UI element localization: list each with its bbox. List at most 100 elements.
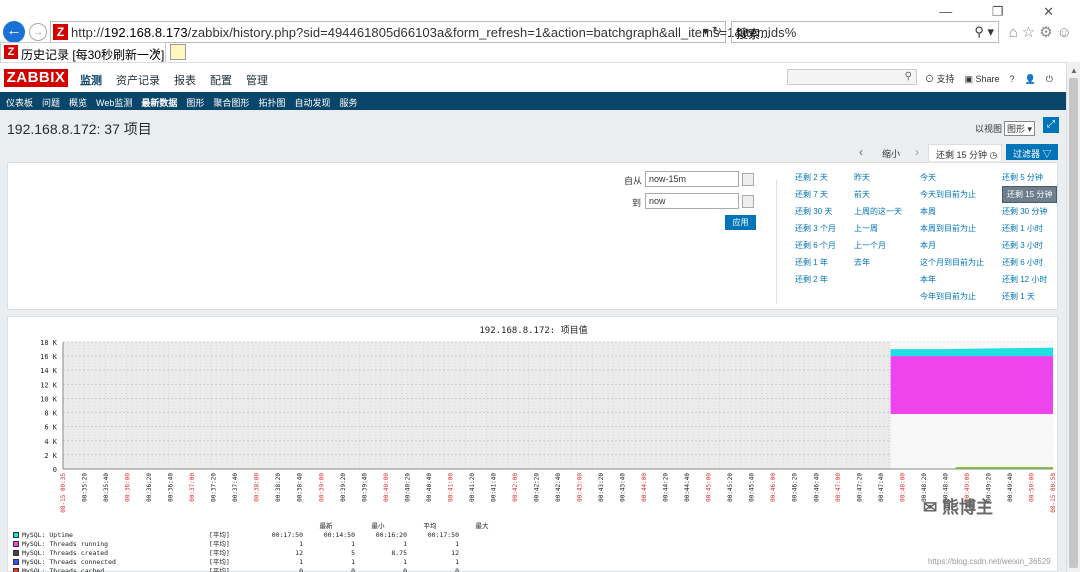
search-icon[interactable]: ⚲ ▾: [974, 24, 994, 40]
browser-chrome: ← → Z http://192.168.8.173/zabbix/histor…: [0, 0, 1080, 62]
quick-range-link[interactable]: 本周: [920, 206, 936, 217]
time-next-icon[interactable]: ›: [915, 145, 919, 159]
quick-range-link[interactable]: 这个月到目前为止: [920, 257, 984, 268]
main-menu: 监测 资产记录 报表 配置 管理: [80, 72, 282, 94]
filter-button[interactable]: 过滤器 ▽: [1006, 144, 1058, 160]
sub-menu-item[interactable]: 仪表板: [6, 98, 33, 108]
zoom-out-button[interactable]: 缩小: [882, 147, 900, 160]
x-tick-label: 00:44:40: [684, 473, 691, 502]
sub-menu-item[interactable]: 服务: [339, 98, 357, 108]
fullscreen-icon[interactable]: ⤢: [1043, 117, 1059, 133]
sub-menu-item[interactable]: 问题: [42, 98, 60, 108]
legend-value: 0: [455, 567, 459, 572]
quick-range-link[interactable]: 还剩 6 小时: [1002, 257, 1043, 268]
quick-range-link[interactable]: 还剩 1 年: [795, 257, 828, 268]
header-action[interactable]: 👤: [1025, 74, 1036, 84]
legend-function: [平均]: [209, 567, 230, 572]
to-input[interactable]: now: [645, 193, 739, 209]
x-tick-label: 00:41:00: [447, 473, 454, 502]
quick-range-link[interactable]: 今年到目前为止: [920, 291, 976, 302]
x-tick-label: 00:45:40: [749, 473, 756, 502]
quick-range-link[interactable]: 前天: [854, 189, 870, 200]
quick-range-link[interactable]: 还剩 1 天: [1002, 291, 1035, 302]
quick-range-link[interactable]: 还剩 1 小时: [1002, 223, 1043, 234]
zabbix-logo[interactable]: ZABBIX: [4, 69, 68, 87]
sub-menu-item[interactable]: 拓扑图: [258, 98, 285, 108]
tab-close-icon[interactable]: ✕: [151, 45, 161, 59]
refresh-icon[interactable]: ▾ ↻: [703, 24, 722, 38]
view-as-control: 以视图 图形 ▾: [975, 121, 1036, 136]
quick-range-link[interactable]: 还剩 15 分钟: [1002, 186, 1058, 203]
main-menu-item[interactable]: 资产记录: [116, 75, 160, 87]
sub-menu-item[interactable]: Web监测: [96, 98, 132, 108]
quick-range-link[interactable]: 还剩 7 天: [795, 189, 828, 200]
header-action[interactable]: ?: [1010, 74, 1015, 84]
calendar-icon[interactable]: [742, 173, 754, 186]
x-tick-label: 00:35:40: [103, 473, 110, 502]
apply-button[interactable]: 应用: [725, 215, 756, 230]
x-tick-label: 00:35:20: [82, 473, 89, 502]
browser-search-input[interactable]: 搜索... ⚲ ▾: [731, 21, 999, 43]
quick-range-link[interactable]: 还剩 30 天: [795, 206, 832, 217]
from-input[interactable]: now-15m: [645, 171, 739, 187]
quick-range-link[interactable]: 上周的这一天: [854, 206, 902, 217]
search-icon[interactable]: ⚲: [905, 71, 912, 82]
header-action[interactable]: ⏻: [1046, 74, 1053, 84]
quick-range-link[interactable]: 还剩 3 小时: [1002, 240, 1043, 251]
view-as-select[interactable]: 图形 ▾: [1004, 121, 1036, 136]
quick-range-link[interactable]: 今天: [920, 172, 936, 183]
sub-menu-item[interactable]: 图形: [186, 98, 204, 108]
sub-menu-item[interactable]: 最新数据: [141, 98, 177, 108]
quick-range-link[interactable]: 还剩 30 分钟: [1002, 206, 1047, 217]
forward-button[interactable]: →: [29, 23, 47, 41]
back-button[interactable]: ←: [3, 21, 25, 43]
sub-menu-bar: 仪表板 问题 概览 Web监测 最新数据 图形 聚合图形 拓扑图 自动发现 服务: [0, 92, 1066, 110]
window-controls[interactable]: — ❐ ✕: [939, 4, 1072, 20]
browser-tab[interactable]: Z 历史记录 [每30秒刷新一次] ✕: [0, 42, 166, 62]
quick-range-link[interactable]: 上一周: [854, 223, 878, 234]
y-tick-label: 2 K: [44, 452, 57, 460]
quick-range-link[interactable]: 还剩 2 年: [795, 274, 828, 285]
quick-range-link[interactable]: 上一个月: [854, 240, 886, 251]
quick-range-link[interactable]: 本月: [920, 240, 936, 251]
quick-range-link[interactable]: 还剩 3 个月: [795, 223, 836, 234]
tab-title: 历史记录 [每30秒刷新一次]: [21, 48, 165, 62]
quick-range-link[interactable]: 还剩 12 小时: [1002, 274, 1047, 285]
main-menu-item[interactable]: 管理: [246, 75, 268, 87]
zabbix-search-input[interactable]: ⚲: [787, 69, 917, 85]
quick-range-link[interactable]: 还剩 5 分钟: [1002, 172, 1043, 183]
quick-range-link[interactable]: 昨天: [854, 172, 870, 183]
scroll-up-icon[interactable]: ▲: [1070, 66, 1078, 75]
x-tick-label: 00:50:00: [1028, 473, 1035, 502]
quick-range-link[interactable]: 今天到目前为止: [920, 189, 976, 200]
x-tick-label: 00:41:20: [469, 473, 476, 502]
legend-value: 0: [299, 567, 303, 572]
main-menu-item[interactable]: 报表: [174, 75, 196, 87]
header-action[interactable]: ▣ Share: [965, 74, 1000, 84]
x-tick-label: 00:37:20: [211, 473, 218, 502]
page-scrollbar[interactable]: ▲: [1066, 62, 1080, 572]
x-tick-label: 00:47:00: [835, 473, 842, 502]
legend-name: MySQL: Threads cached: [22, 567, 105, 572]
quick-range-link[interactable]: 去年: [854, 257, 870, 268]
time-prev-icon[interactable]: ‹: [859, 145, 863, 159]
main-menu-item[interactable]: 配置: [210, 75, 232, 87]
browser-toolbar-icons[interactable]: ⌂☆⚙☺: [1009, 23, 1076, 41]
x-tick-label: 00:39:00: [318, 473, 325, 502]
quick-range-link[interactable]: 还剩 2 天: [795, 172, 828, 183]
new-tab-button[interactable]: [170, 44, 186, 60]
sub-menu-item[interactable]: 概览: [69, 98, 87, 108]
scrollbar-thumb[interactable]: [1069, 78, 1078, 568]
sub-menu-item[interactable]: 聚合图形: [213, 98, 249, 108]
to-label: 到: [632, 198, 642, 208]
calendar-icon[interactable]: [742, 195, 754, 208]
x-tick-label: 00:43:20: [598, 473, 605, 502]
quick-range-link[interactable]: 本周到目前为止: [920, 223, 976, 234]
quick-range-link[interactable]: 还剩 6 个月: [795, 240, 836, 251]
time-current-tab[interactable]: 还剩 15 分钟 ◷: [928, 144, 1002, 161]
x-tick-label: 00:46:20: [792, 473, 799, 502]
sub-menu-item[interactable]: 自动发现: [294, 98, 330, 108]
address-bar[interactable]: Z http://192.168.8.173/zabbix/history.ph…: [50, 21, 796, 43]
header-action[interactable]: ⊙ 支持: [925, 74, 955, 84]
quick-range-link[interactable]: 本年: [920, 274, 936, 285]
